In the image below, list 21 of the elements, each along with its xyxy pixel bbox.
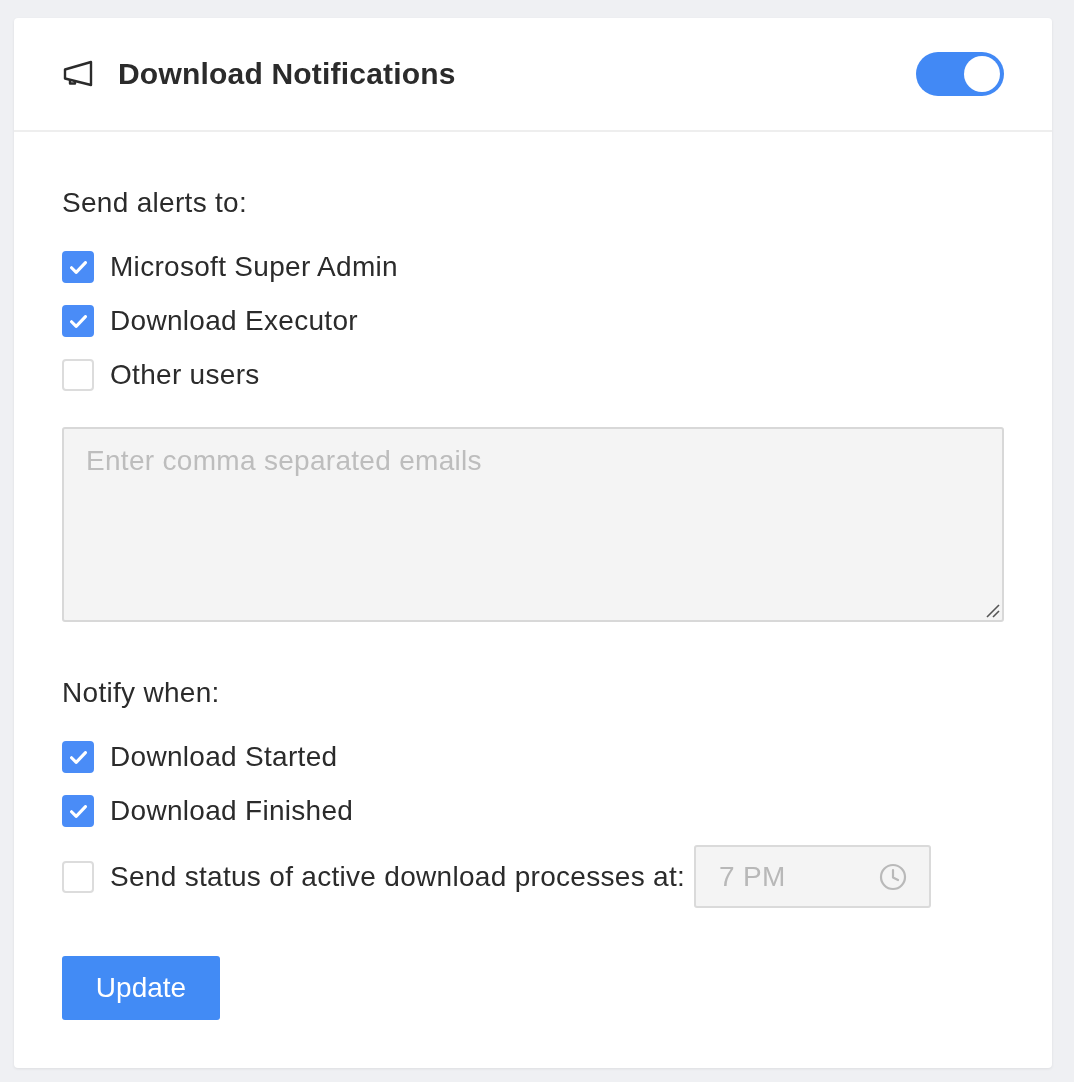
checkbox-label[interactable]: Other users <box>110 358 260 392</box>
checkbox-label[interactable]: Microsoft Super Admin <box>110 250 398 284</box>
resize-grip-icon[interactable] <box>986 604 1000 618</box>
section-label: Notify when: <box>62 678 220 708</box>
checkbox[interactable] <box>62 795 94 827</box>
checkbox-label[interactable]: Download Started <box>110 740 338 774</box>
toggle-switch[interactable] <box>916 52 1004 96</box>
megaphone-icon <box>62 60 94 88</box>
card-title: Download Notifications <box>118 56 456 92</box>
checkbox[interactable] <box>62 741 94 773</box>
clock-icon <box>879 862 908 891</box>
checkmark-icon <box>69 260 87 274</box>
checkbox[interactable] <box>62 251 94 283</box>
checkbox[interactable] <box>62 305 94 337</box>
checkmark-icon <box>69 750 87 764</box>
checkmark-icon <box>69 804 87 818</box>
checkbox-label[interactable]: Download Finished <box>110 794 354 828</box>
checkmark-icon <box>69 314 87 328</box>
checkbox-label[interactable]: Send status of active download processes at: <box>110 859 686 894</box>
checkbox-label[interactable]: Download Executor <box>110 304 358 338</box>
section-label: Send alerts to: <box>62 188 248 218</box>
